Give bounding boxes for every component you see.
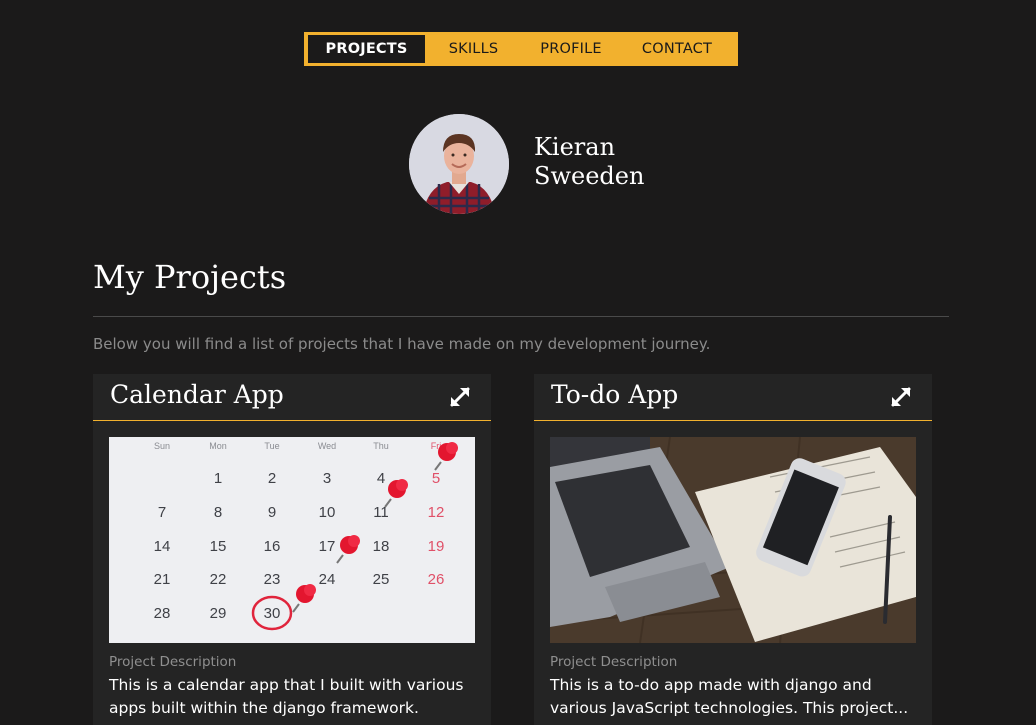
calendar-day: 28 <box>154 605 171 622</box>
calendar-day: 9 <box>268 504 276 521</box>
title-divider <box>93 316 949 317</box>
calendar-day: 1 <box>214 470 222 487</box>
calendar-day: 4 <box>377 470 385 487</box>
todo-thumbnail[interactable] <box>550 437 916 643</box>
calendar-day: 14 <box>154 538 171 555</box>
calendar-day: 7 <box>158 504 166 521</box>
nav-profile[interactable]: PROFILE <box>522 35 620 63</box>
nav-skills[interactable]: SKILLS <box>425 35 522 63</box>
calendar-day: 23 <box>264 571 281 588</box>
calendar-day: 3 <box>323 470 331 487</box>
card-header: Calendar App <box>93 374 491 421</box>
main-nav: PROJECTS SKILLS PROFILE CONTACT <box>304 32 738 66</box>
calendar-day: 16 <box>264 538 281 555</box>
calendar-day: 5 <box>432 470 440 487</box>
profile-first-name: Kieran <box>534 133 616 161</box>
profile-last-name: Sweeden <box>534 162 645 190</box>
calendar-day: 19 <box>428 538 445 555</box>
calendar-day: 29 <box>210 605 227 622</box>
calendar-weekday: Thu <box>373 441 389 451</box>
calendar-day: 26 <box>428 571 445 588</box>
calendar-thumbnail[interactable]: Sun Mon Tue Wed Thu Fri 1 2 3 4 5 7 8 9 10 11 12 14 15 16 17… <box>109 437 475 643</box>
calendar-day: 25 <box>373 571 390 588</box>
calendar-weekday: Mon <box>209 441 227 451</box>
page-title: My Projects <box>93 258 287 296</box>
calendar-day: 2 <box>268 470 276 487</box>
description-label: Project Description <box>550 654 678 670</box>
card-title: Calendar App <box>110 380 284 409</box>
description-text: This is a calendar app that I built with… <box>109 676 464 717</box>
expand-arrows-icon[interactable] <box>888 384 914 410</box>
project-card-todo[interactable]: To-do App Project Description This is a … <box>534 374 932 725</box>
calendar-day: 17 <box>319 538 336 555</box>
nav-projects[interactable]: PROJECTS <box>308 35 425 63</box>
nav-contact[interactable]: CONTACT <box>620 35 734 63</box>
avatar <box>409 114 509 214</box>
calendar-image: Sun Mon Tue Wed Thu Fri1 2 3 4 57 8 9 10 11 1214 15 16 17… <box>109 437 475 643</box>
calendar-day: 15 <box>210 538 227 555</box>
laptop-phone-image <box>550 437 916 643</box>
calendar-weekday: Wed <box>318 441 336 451</box>
description-text: This is a to-do app made with django and… <box>550 676 909 717</box>
calendar-weekday: Sun <box>154 441 170 451</box>
calendar-day: 24 <box>319 571 336 588</box>
calendar-day: 12 <box>428 504 445 521</box>
calendar-day: 30 <box>264 605 281 622</box>
calendar-day: 18 <box>373 538 390 555</box>
card-header: To-do App <box>534 374 932 421</box>
avatar-photo <box>409 114 509 214</box>
calendar-weekday: Tue <box>264 441 279 451</box>
calendar-day: 10 <box>319 504 336 521</box>
calendar-day: 22 <box>210 571 227 588</box>
description-label: Project Description <box>109 654 237 670</box>
profile-name: Kieran Sweeden <box>534 133 644 191</box>
project-card-calendar[interactable]: Calendar App Sun Mon Tue Wed Thu Fri 1 2 3 4 5 7 8 9 1… <box>93 374 491 725</box>
intro-text: Below you will find a list of projects t… <box>93 335 711 353</box>
expand-arrows-icon[interactable] <box>447 384 473 410</box>
card-title: To-do App <box>551 380 679 409</box>
calendar-day: 8 <box>214 504 222 521</box>
calendar-day: 21 <box>154 571 171 588</box>
